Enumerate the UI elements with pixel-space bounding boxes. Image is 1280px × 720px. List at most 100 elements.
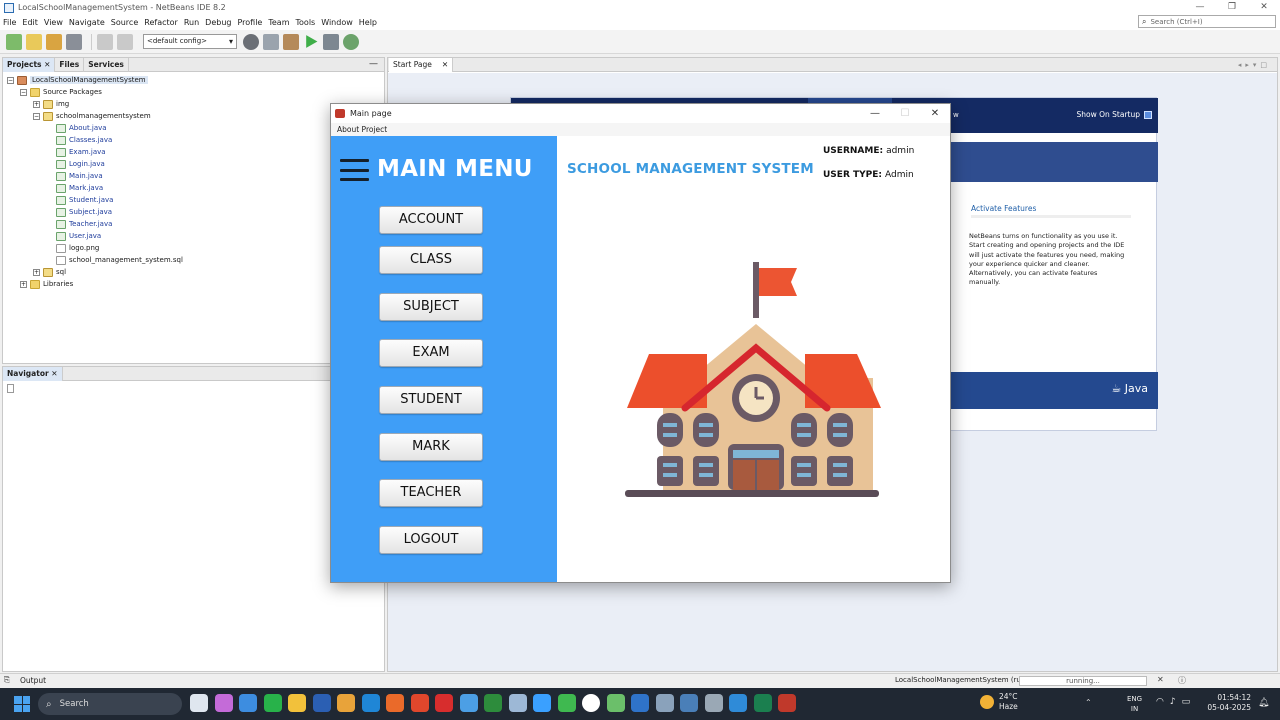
file-explorer-icon[interactable] <box>288 694 306 712</box>
show-on-startup[interactable]: Show On Startup <box>1077 110 1152 119</box>
clock[interactable]: 01:54:12 05-04-2025 <box>1205 693 1251 713</box>
project-tree-item[interactable]: Student.java <box>3 194 384 206</box>
brave-icon[interactable] <box>410 694 429 712</box>
close-icon[interactable]: ✕ <box>1248 0 1280 15</box>
config-select[interactable]: <default config> <box>143 34 237 49</box>
project-tree-item[interactable]: + img <box>3 98 384 110</box>
menu-file[interactable]: File <box>3 18 16 27</box>
tab-projects[interactable]: Projects ✕ <box>3 57 56 72</box>
class-button[interactable]: CLASS <box>379 246 483 274</box>
cancel-process-icon[interactable]: ✕ <box>1157 675 1164 684</box>
notification-bell-icon[interactable]: 🔔︎ <box>1258 698 1269 708</box>
debug-icon[interactable] <box>323 33 339 50</box>
expand-toggle-icon[interactable]: − <box>20 88 27 96</box>
new-file-icon[interactable] <box>6 33 22 50</box>
tab-files[interactable]: Files <box>55 57 85 72</box>
logout-button[interactable]: LOGOUT <box>379 526 483 554</box>
project-tree-item[interactable]: school_management_system.sql <box>3 254 384 266</box>
project-tree-item[interactable]: Exam.java <box>3 146 384 158</box>
undo-icon[interactable] <box>97 33 113 50</box>
project-tree-item[interactable]: Subject.java <box>3 206 384 218</box>
tab-scroll-arrows-icon[interactable]: ◂▸▾□ <box>1238 58 1271 72</box>
project-tree-item[interactable]: Main.java <box>3 170 384 182</box>
notepad-icon[interactable] <box>606 694 625 712</box>
expand-toggle-icon[interactable]: + <box>33 100 40 108</box>
image-viewer-icon[interactable] <box>729 694 747 712</box>
app-icon[interactable] <box>459 694 478 712</box>
edge-icon[interactable] <box>361 694 380 712</box>
menu-navigate[interactable]: Navigate <box>69 18 105 27</box>
project-tree-item[interactable]: Teacher.java <box>3 218 384 230</box>
project-tree-item[interactable]: − Source Packages <box>3 86 384 98</box>
project-tree-item[interactable]: About.java <box>3 122 384 134</box>
minimize-icon[interactable]: — <box>860 104 890 123</box>
task-view-icon[interactable] <box>190 694 208 712</box>
menu-view[interactable]: View <box>44 18 63 27</box>
about-project-menu[interactable]: About Project <box>331 123 950 136</box>
globe-icon[interactable] <box>243 33 259 50</box>
terminal-icon[interactable] <box>484 694 502 712</box>
netbeans-task-icon[interactable] <box>753 694 772 712</box>
menu-tools[interactable]: Tools <box>296 18 316 27</box>
menu-source[interactable]: Source <box>111 18 138 27</box>
minimize-panel-icon[interactable]: — <box>369 58 378 70</box>
tab-start-page[interactable]: Start Page ✕ <box>389 58 454 72</box>
weather-widget[interactable]: 24°C Haze <box>980 692 1018 712</box>
teams-icon[interactable] <box>631 694 649 712</box>
start-page-tab-label[interactable]: w <box>953 111 959 119</box>
project-tree-item[interactable]: Mark.java <box>3 182 384 194</box>
build-hammer-icon[interactable] <box>263 33 279 50</box>
menu-help[interactable]: Help <box>359 18 377 27</box>
project-tree-item[interactable]: Classes.java <box>3 134 384 146</box>
close-tab-icon[interactable]: ✕ <box>442 60 448 69</box>
open-project-icon[interactable] <box>46 33 62 50</box>
expand-toggle-icon[interactable]: + <box>33 268 40 276</box>
firefox-icon[interactable] <box>386 694 404 712</box>
virtualbox-icon[interactable] <box>508 694 527 712</box>
project-tree-item[interactable]: + Libraries <box>3 278 384 290</box>
save-all-icon[interactable] <box>66 33 82 50</box>
project-tree-item[interactable]: Login.java <box>3 158 384 170</box>
menu-window[interactable]: Window <box>321 18 353 27</box>
expand-toggle-icon[interactable]: + <box>20 280 27 288</box>
snipping-tool-icon[interactable] <box>655 694 674 712</box>
console-icon[interactable] <box>704 694 723 712</box>
whatsapp-icon[interactable] <box>263 694 282 712</box>
network-volume-battery-icon[interactable]: ◠♪▭ <box>1156 697 1196 707</box>
project-tree-item[interactable]: User.java <box>3 230 384 242</box>
expand-toggle-icon[interactable]: − <box>7 76 14 84</box>
windows-start-icon[interactable] <box>14 696 30 712</box>
exam-button[interactable]: EXAM <box>379 339 483 367</box>
output-toggle[interactable]: ⎘ Output <box>4 675 46 685</box>
project-tree-item[interactable]: logo.png <box>3 242 384 254</box>
project-tree-item[interactable]: + sql <box>3 266 384 278</box>
spotify-icon[interactable] <box>557 694 576 712</box>
close-icon[interactable]: ✕ <box>920 104 950 123</box>
word-icon[interactable] <box>312 694 331 712</box>
expand-toggle-icon[interactable]: − <box>33 112 40 120</box>
obs-icon[interactable] <box>582 694 600 712</box>
subject-button[interactable]: SUBJECT <box>379 293 483 321</box>
language-indicator[interactable]: ENG IN <box>1127 694 1142 714</box>
tab-navigator[interactable]: Navigator ✕ <box>3 366 63 381</box>
chrome-icon[interactable] <box>337 694 355 712</box>
taskbar-search[interactable]: ⌕ Search <box>38 693 182 715</box>
store-icon[interactable] <box>239 694 257 712</box>
run-icon[interactable] <box>306 35 318 48</box>
menu-debug[interactable]: Debug <box>205 18 231 27</box>
ide-search-input[interactable]: ⌕ Search (Ctrl+I) <box>1138 15 1276 28</box>
copilot-icon[interactable] <box>214 694 233 712</box>
tray-overflow-icon[interactable]: ⌃ <box>1085 698 1098 707</box>
clean-build-icon[interactable] <box>283 33 299 50</box>
new-project-icon[interactable] <box>26 33 42 50</box>
student-button[interactable]: STUDENT <box>379 386 483 414</box>
menu-refactor[interactable]: Refactor <box>144 18 178 27</box>
tab-services[interactable]: Services <box>84 57 129 72</box>
java-app-task-icon[interactable] <box>778 694 796 712</box>
hamburger-menu-icon[interactable] <box>340 159 369 181</box>
show-on-startup-checkbox[interactable] <box>1144 110 1152 119</box>
menu-run[interactable]: Run <box>184 18 199 27</box>
mark-button[interactable]: MARK <box>379 433 483 461</box>
menu-edit[interactable]: Edit <box>22 18 38 27</box>
vscode-icon[interactable] <box>533 694 551 712</box>
